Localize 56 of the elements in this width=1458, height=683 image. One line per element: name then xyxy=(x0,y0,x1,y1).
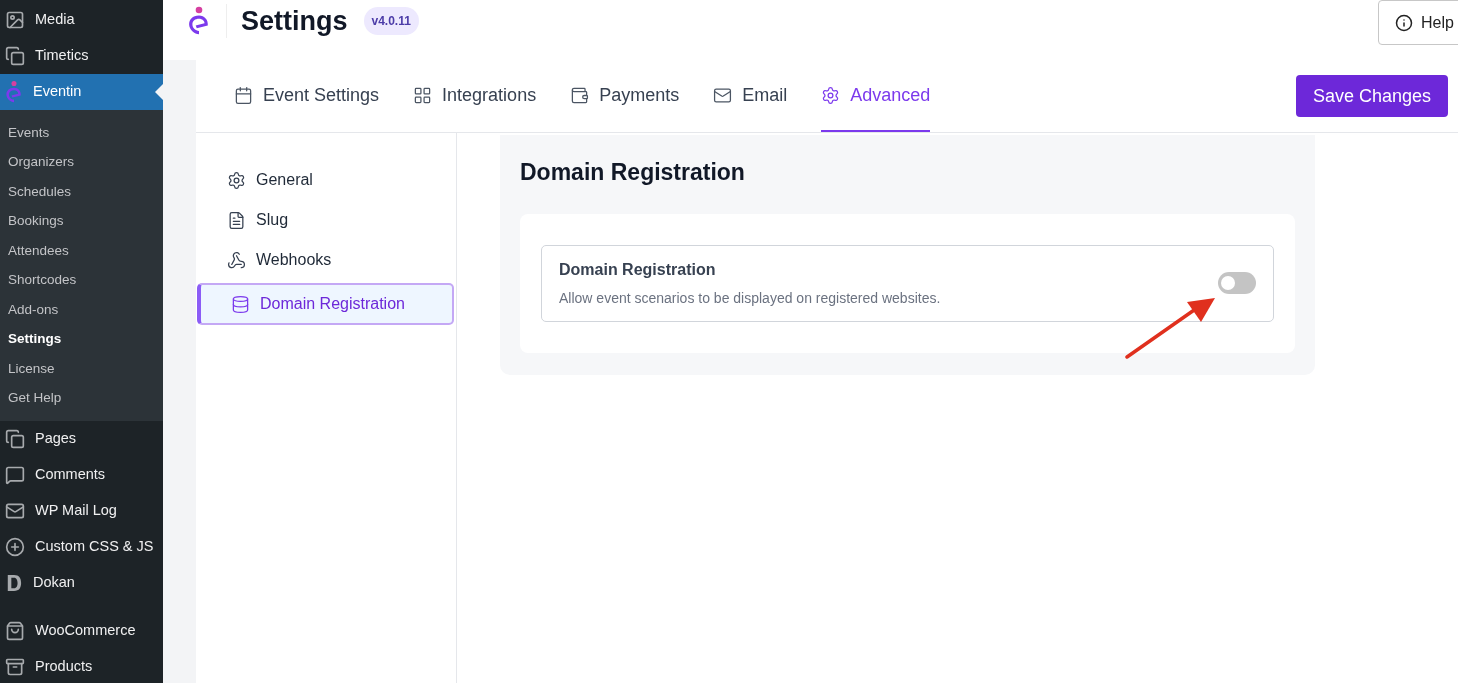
eventin-logo-icon xyxy=(5,81,23,103)
speech-bubble-icon xyxy=(5,465,25,485)
sidebar-menu-item[interactable]: WooCommerce xyxy=(0,613,163,649)
webhook-icon xyxy=(227,250,246,270)
info-icon xyxy=(1395,13,1413,32)
sidebar-menu-item[interactable]: Timetics xyxy=(0,38,163,74)
envelope-icon xyxy=(5,501,25,521)
settings-tab[interactable]: Advanced xyxy=(821,60,931,132)
settings-icon xyxy=(227,170,246,190)
settings-nav-item[interactable]: Webhooks xyxy=(197,243,454,277)
submenu-item[interactable]: Get Help xyxy=(0,383,163,413)
sidebar-menu-item[interactable]: Comments xyxy=(0,457,163,493)
wallet-icon xyxy=(570,85,590,105)
submenu-item[interactable]: License xyxy=(0,354,163,384)
submenu-item[interactable]: Add-ons xyxy=(0,295,163,325)
archive-box-icon xyxy=(5,657,25,677)
sidebar-menu-item[interactable]: Custom CSS & JS xyxy=(0,529,163,565)
submenu-item[interactable]: Bookings xyxy=(0,206,163,236)
sidebar-menu-item[interactable]: Products xyxy=(0,649,163,683)
save-changes-button[interactable]: Save Changes xyxy=(1295,75,1448,117)
active-pointer-icon xyxy=(155,84,163,100)
page-title: Settings xyxy=(241,4,348,38)
pages-icon xyxy=(5,429,25,449)
settings-nav-item[interactable]: Domain Registration xyxy=(197,283,454,325)
settings-nav-item[interactable]: Slug xyxy=(197,203,454,237)
version-badge: v4.0.11 xyxy=(363,7,419,35)
submenu-item[interactable]: Schedules xyxy=(0,177,163,207)
submenu-item[interactable]: Attendees xyxy=(0,236,163,266)
settings-tab[interactable]: Integrations xyxy=(413,60,537,132)
d-logo-icon xyxy=(5,573,23,593)
submenu-item[interactable]: Settings xyxy=(0,324,163,354)
setting-description: Allow event scenarios to be displayed on registered websites. xyxy=(559,288,941,308)
settings-nav-item[interactable]: General xyxy=(197,163,454,197)
submenu-item[interactable]: Events xyxy=(0,118,163,148)
setting-title: Domain Registration xyxy=(559,259,717,280)
settings-icon xyxy=(821,85,841,105)
sidebar-menu-item[interactable]: Eventin xyxy=(0,74,163,110)
toggle-switch[interactable] xyxy=(1218,272,1256,294)
grid-icon xyxy=(413,85,433,105)
calendar-icon xyxy=(234,85,253,105)
section-title: Domain Registration xyxy=(520,158,746,187)
document-icon xyxy=(227,210,246,230)
sidebar-menu-item[interactable]: Pages xyxy=(0,421,163,457)
help-button[interactable]: Help xyxy=(1378,0,1458,45)
sidebar-menu-item[interactable]: Media xyxy=(0,2,163,38)
settings-tab[interactable]: Email xyxy=(713,60,788,132)
settings-tab[interactable]: Event Settings xyxy=(234,60,380,132)
media-icon xyxy=(5,10,25,30)
sidebar-menu-item[interactable]: WP Mail Log xyxy=(0,493,163,529)
database-icon xyxy=(231,294,250,314)
plus-circle-icon xyxy=(5,537,25,557)
submenu-item[interactable]: Shortcodes xyxy=(0,265,163,295)
eventin-logo-icon xyxy=(188,5,210,37)
settings-tab[interactable]: Payments xyxy=(570,60,680,132)
sidebar-menu-item[interactable]: Dokan xyxy=(0,565,163,601)
submenu-item[interactable]: Organizers xyxy=(0,147,163,177)
